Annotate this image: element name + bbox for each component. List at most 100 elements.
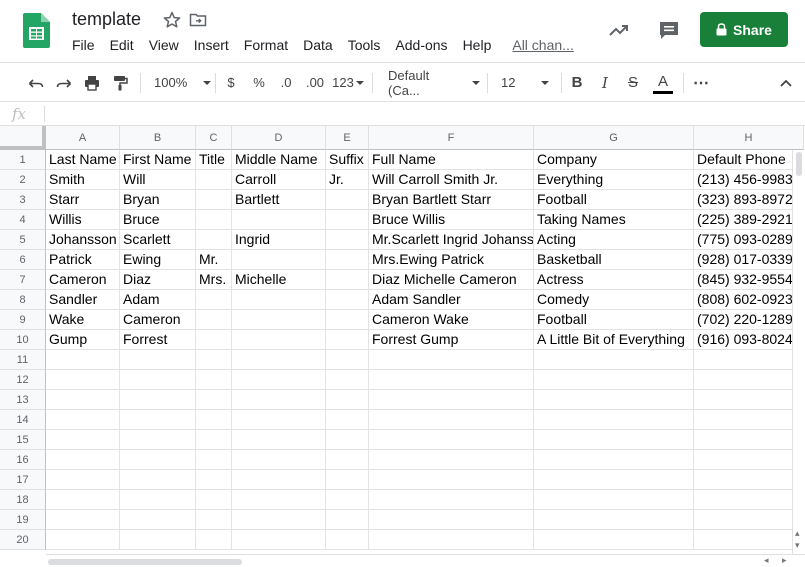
cell-a10[interactable]: Gump	[46, 330, 120, 350]
scroll-left-arrow-icon[interactable]: ◂	[764, 555, 769, 566]
row-header-15[interactable]: 15	[0, 430, 46, 450]
column-header-a[interactable]: A	[46, 126, 120, 150]
row-header-18[interactable]: 18	[0, 490, 46, 510]
cell-e19[interactable]	[326, 510, 369, 530]
row-header-1[interactable]: 1	[0, 150, 46, 170]
column-header-f[interactable]: F	[369, 126, 534, 150]
cell-f14[interactable]	[369, 410, 534, 430]
cell-e1[interactable]: Suffix	[326, 150, 369, 170]
activity-trend-icon[interactable]	[607, 18, 631, 42]
cell-f15[interactable]	[369, 430, 534, 450]
cell-a5[interactable]: Johansson	[46, 230, 120, 250]
cell-a19[interactable]	[46, 510, 120, 530]
cell-e2[interactable]: Jr.	[326, 170, 369, 190]
all-changes-saved-link[interactable]: All chan...	[512, 37, 573, 55]
menu-insert[interactable]: Insert	[194, 37, 229, 55]
row-header-16[interactable]: 16	[0, 450, 46, 470]
cell-c9[interactable]	[196, 310, 232, 330]
cell-a18[interactable]	[46, 490, 120, 510]
cell-d16[interactable]	[232, 450, 326, 470]
scroll-up-arrow-icon[interactable]: ▴	[795, 528, 800, 539]
cell-d6[interactable]	[232, 250, 326, 270]
row-header-5[interactable]: 5	[0, 230, 46, 250]
cell-g19[interactable]	[534, 510, 694, 530]
cell-h1[interactable]: Default Phone	[694, 150, 804, 170]
cell-g20[interactable]	[534, 530, 694, 550]
row-header-10[interactable]: 10	[0, 330, 46, 350]
cell-g5[interactable]: Acting	[534, 230, 694, 250]
cell-d10[interactable]	[232, 330, 326, 350]
cell-h10[interactable]: (916) 093-8024	[694, 330, 804, 350]
cell-h3[interactable]: (323) 893-8972	[694, 190, 804, 210]
cell-d7[interactable]: Michelle	[232, 270, 326, 290]
menu-help[interactable]: Help	[463, 37, 492, 55]
menu-view[interactable]: View	[149, 37, 179, 55]
cell-f20[interactable]	[369, 530, 534, 550]
font-size-select[interactable]: 12	[497, 63, 557, 102]
cell-a3[interactable]: Starr	[46, 190, 120, 210]
cell-d3[interactable]: Bartlett	[232, 190, 326, 210]
scroll-right-arrow-icon[interactable]: ▸	[782, 555, 787, 566]
horizontal-scrollbar[interactable]: ◂ ▸	[46, 554, 805, 567]
row-header-13[interactable]: 13	[0, 390, 46, 410]
cell-d8[interactable]	[232, 290, 326, 310]
cell-e13[interactable]	[326, 390, 369, 410]
cell-b7[interactable]: Diaz	[120, 270, 196, 290]
cell-d13[interactable]	[232, 390, 326, 410]
cell-c4[interactable]	[196, 210, 232, 230]
cell-b16[interactable]	[120, 450, 196, 470]
cell-c3[interactable]	[196, 190, 232, 210]
cell-b3[interactable]: Bryan	[120, 190, 196, 210]
menu-edit[interactable]: Edit	[110, 37, 134, 55]
cell-g3[interactable]: Football	[534, 190, 694, 210]
scroll-down-arrow-icon[interactable]: ▾	[795, 540, 800, 551]
cell-h8[interactable]: (808) 602-0923	[694, 290, 804, 310]
cell-a12[interactable]	[46, 370, 120, 390]
cell-g16[interactable]	[534, 450, 694, 470]
cell-f5[interactable]: Mr.Scarlett Ingrid Johansson	[369, 230, 534, 250]
cell-a13[interactable]	[46, 390, 120, 410]
cell-c19[interactable]	[196, 510, 232, 530]
row-header-14[interactable]: 14	[0, 410, 46, 430]
cell-d4[interactable]	[232, 210, 326, 230]
cell-c16[interactable]	[196, 450, 232, 470]
cell-f3[interactable]: Bryan Bartlett Starr	[369, 190, 534, 210]
cell-b1[interactable]: First Name	[120, 150, 196, 170]
cell-f1[interactable]: Full Name	[369, 150, 534, 170]
menu-data[interactable]: Data	[303, 37, 333, 55]
move-to-folder-icon[interactable]	[188, 10, 208, 30]
comments-icon[interactable]	[657, 18, 681, 42]
more-formats-select[interactable]: 123	[331, 63, 365, 102]
cell-h5[interactable]: (775) 093-0289	[694, 230, 804, 250]
cell-b8[interactable]: Adam	[120, 290, 196, 310]
column-header-e[interactable]: E	[326, 126, 369, 150]
cell-f6[interactable]: Mrs.Ewing Patrick	[369, 250, 534, 270]
cell-c17[interactable]	[196, 470, 232, 490]
menu-file[interactable]: File	[72, 37, 95, 55]
cell-b15[interactable]	[120, 430, 196, 450]
cell-b20[interactable]	[120, 530, 196, 550]
star-icon[interactable]	[162, 10, 182, 30]
row-header-4[interactable]: 4	[0, 210, 46, 230]
cell-b10[interactable]: Forrest	[120, 330, 196, 350]
cell-a9[interactable]: Wake	[46, 310, 120, 330]
cell-h15[interactable]	[694, 430, 804, 450]
row-header-8[interactable]: 8	[0, 290, 46, 310]
row-header-6[interactable]: 6	[0, 250, 46, 270]
cell-e7[interactable]	[326, 270, 369, 290]
row-header-17[interactable]: 17	[0, 470, 46, 490]
cell-b12[interactable]	[120, 370, 196, 390]
cell-e5[interactable]	[326, 230, 369, 250]
cell-d1[interactable]: Middle Name	[232, 150, 326, 170]
cell-g15[interactable]	[534, 430, 694, 450]
cell-a14[interactable]	[46, 410, 120, 430]
share-button[interactable]: Share	[700, 12, 788, 47]
more-options-button[interactable]: ⋯	[690, 63, 712, 102]
column-header-h[interactable]: H	[694, 126, 804, 150]
cell-g8[interactable]: Comedy	[534, 290, 694, 310]
cell-d14[interactable]	[232, 410, 326, 430]
cell-g18[interactable]	[534, 490, 694, 510]
row-header-3[interactable]: 3	[0, 190, 46, 210]
cell-c20[interactable]	[196, 530, 232, 550]
cell-d12[interactable]	[232, 370, 326, 390]
